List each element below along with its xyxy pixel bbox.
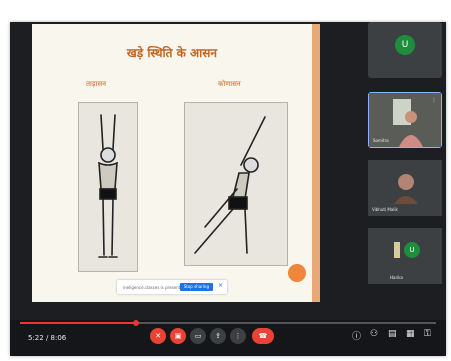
avatar: U	[395, 35, 415, 55]
chat-icon[interactable]: ▤	[388, 329, 397, 339]
end-call-button[interactable]: ☎	[252, 328, 274, 344]
pose-label-left: ताड़ासन	[86, 80, 106, 88]
avatar: U	[404, 242, 420, 258]
info-icon[interactable]: ⓘ	[352, 329, 361, 342]
participant-video	[368, 228, 442, 284]
dismiss-banner-button[interactable]: ×	[218, 282, 223, 289]
participant-tile-active[interactable]: ⋮ Somitra	[368, 92, 442, 148]
participant-tile[interactable]: U	[368, 22, 442, 78]
present-icon[interactable]: ⇪	[210, 328, 226, 344]
pin-icon[interactable]: ⋮	[431, 97, 437, 104]
time-display: 5:22 / 8:06	[28, 334, 67, 342]
presented-slide: खड़े स्थिति के आसन ताड़ासन कोणासन inelig…	[32, 24, 312, 302]
progress-bar[interactable]	[20, 320, 436, 326]
people-icon[interactable]: ⚇	[370, 329, 378, 339]
more-options-icon[interactable]: ⋮	[230, 328, 246, 344]
screen-recording-frame: खड़े स्थिति के आसन ताड़ासन कोणासन inelig…	[10, 22, 446, 356]
activities-icon[interactable]: ▦	[406, 329, 415, 339]
slide-edge	[312, 24, 320, 302]
presenting-banner: ineligence.classes is presenting Stop sh…	[117, 280, 227, 294]
slide-title: खड़े स्थिति के आसन	[126, 46, 218, 60]
progress-knob[interactable]	[133, 320, 140, 326]
mic-off-icon[interactable]: ✕	[150, 328, 166, 344]
konasana-illustration	[184, 102, 288, 266]
slide-orange-marker	[288, 264, 306, 282]
participant-tile[interactable]: Vibhuti Malik	[368, 160, 442, 216]
tadasana-illustration	[78, 102, 138, 272]
stop-sharing-button[interactable]: Stop sharing	[179, 283, 213, 291]
participant-tile[interactable]: U Harika	[368, 228, 442, 284]
participant-name: Somitra	[373, 138, 389, 143]
presenting-text: ineligence.classes is presenting	[123, 284, 187, 290]
camera-off-icon[interactable]: ▣	[170, 328, 186, 344]
pose-label-right: कोणासन	[218, 80, 241, 88]
progress-fill	[20, 322, 137, 324]
participant-name: Vibhuti Malik	[372, 207, 398, 212]
participant-name: Harika	[390, 275, 403, 280]
player-controls-bar: 5:22 / 8:06 ✕ ▣ ▭ ⇪ ⋮ ☎ ⓘ ⚇ ▤ ▦ ⚿	[10, 320, 446, 356]
lock-icon[interactable]: ⚿	[424, 329, 431, 339]
captions-icon[interactable]: ▭	[190, 328, 206, 344]
